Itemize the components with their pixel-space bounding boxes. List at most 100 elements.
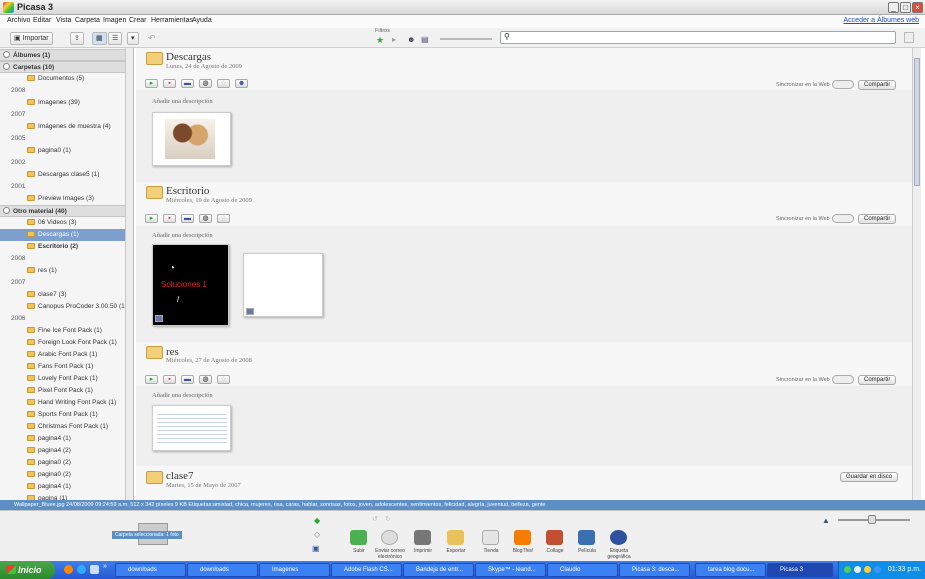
sidebar-folder-item[interactable]: Descargas clase5 (1) xyxy=(0,169,125,181)
zoom-slider-thumb[interactable] xyxy=(868,515,876,524)
taskbar-item[interactable]: Adobe Flash CS... xyxy=(331,563,402,577)
list-view-icon[interactable]: ☰ xyxy=(108,32,123,45)
sidebar-folder-item[interactable]: Fine Ice Font Pack (1) xyxy=(0,325,125,337)
rotate-left-icon[interactable]: ↺ xyxy=(372,515,378,523)
menu-vista[interactable]: Vista xyxy=(56,17,71,24)
sidebar-folder-item[interactable]: Christmas Font Pack (1) xyxy=(0,421,125,433)
skype-icon[interactable] xyxy=(874,566,881,573)
menu-imagen[interactable]: Imagen xyxy=(103,17,126,24)
firefox-icon[interactable] xyxy=(64,565,73,574)
upload-icon[interactable]: ⇪ xyxy=(70,32,84,45)
network-icon[interactable] xyxy=(844,566,851,573)
view-dropdown-icon[interactable]: ▾ xyxy=(127,32,139,45)
search-input[interactable]: ⚲ xyxy=(500,31,896,44)
album-title[interactable]: clase7 xyxy=(166,470,193,482)
share-button[interactable]: Compartir xyxy=(858,80,897,90)
scroll-thumb[interactable] xyxy=(914,58,920,186)
sidebar-folder-item[interactable]: Sports Font Pack (1) xyxy=(0,409,125,421)
menu-archivo[interactable]: Archivo xyxy=(7,17,30,24)
collage-icon[interactable] xyxy=(546,530,563,545)
sidebar-folder-item[interactable]: Canopus ProCoder 3.00.50 (1) xyxy=(0,301,125,313)
sidebar-folder-item[interactable]: Escritorio (2) xyxy=(0,241,125,253)
save-to-disk-button[interactable]: Guardar en disco xyxy=(840,472,899,482)
sidebar-folder-item[interactable]: pagina0 (2) xyxy=(0,469,125,481)
export-icon[interactable] xyxy=(447,530,464,545)
share-button[interactable]: Compartir xyxy=(858,375,897,385)
album-description[interactable]: Añadir una descripción xyxy=(152,392,213,399)
add-to-album-icon[interactable]: ▣ xyxy=(312,544,320,553)
sidebar-folder-item[interactable]: pagina4 (2) xyxy=(0,445,125,457)
video-filter-icon[interactable]: ▸ xyxy=(392,35,396,44)
email-icon[interactable] xyxy=(381,530,398,545)
web-albums-link[interactable]: Acceder a Álbumes web xyxy=(844,17,919,24)
share-button[interactable]: Compartir xyxy=(858,214,897,224)
volume-icon[interactable] xyxy=(854,566,861,573)
menu-crear[interactable]: Crear xyxy=(129,17,147,24)
main-scrollbar[interactable] xyxy=(912,48,921,500)
blogger-icon[interactable] xyxy=(514,530,531,545)
sidebar-folder-item[interactable]: Imágenes de muestra (4) xyxy=(0,121,125,133)
sidebar-folder-item[interactable]: Pixel Font Pack (1) xyxy=(0,385,125,397)
sidebar-folder-item[interactable]: Foreign Look Font Pack (1) xyxy=(0,337,125,349)
ie-icon[interactable] xyxy=(77,565,86,574)
people-icon[interactable]: ☻ xyxy=(235,79,248,88)
taskbar-item[interactable]: Picasa 3: desca... xyxy=(619,563,690,577)
album-title[interactable]: Escritorio xyxy=(166,185,209,197)
sidebar-section-header[interactable]: Carpetas (10) xyxy=(0,61,125,73)
hold-icon[interactable]: ◆ xyxy=(314,516,320,525)
sidebar-folder-item[interactable]: Preview Images (3) xyxy=(0,193,125,205)
geotag-filter-icon[interactable]: ▤ xyxy=(421,35,429,44)
sidebar-section-header[interactable]: Álbumes (1) xyxy=(0,49,125,61)
geotag-icon[interactable]: ◍ xyxy=(199,214,212,223)
play-slideshow-icon[interactable]: ▸ xyxy=(145,79,158,88)
collage-icon[interactable]: ▬ xyxy=(181,214,194,223)
movie-icon[interactable] xyxy=(578,530,595,545)
sidebar-folder-item[interactable]: Documentos (5) xyxy=(0,73,125,85)
sidebar-folder-item[interactable]: Imagenes (39) xyxy=(0,97,125,109)
geotag-icon[interactable] xyxy=(610,530,627,545)
sync-toggle[interactable] xyxy=(832,80,854,89)
back-icon[interactable]: ↶ xyxy=(148,33,156,44)
album-title[interactable]: Descargas xyxy=(166,51,211,63)
taskbar-item[interactable]: Imagenes xyxy=(259,563,330,577)
photo-thumbnail[interactable] xyxy=(152,112,231,166)
print-icon[interactable] xyxy=(414,530,431,545)
people-filter-icon[interactable]: ☻ xyxy=(407,35,415,44)
geotag-icon[interactable]: ◍ xyxy=(199,79,212,88)
menu-carpeta[interactable]: Carpeta xyxy=(75,17,100,24)
menu-ayuda[interactable]: Ayuda xyxy=(192,17,212,24)
desktop-icon[interactable] xyxy=(90,565,99,574)
thumbnail-view-icon[interactable]: ▦ xyxy=(92,32,107,45)
sidebar-folder-item[interactable]: pagina (1) xyxy=(0,493,125,500)
import-button[interactable]: ▣ Importar xyxy=(10,32,53,45)
collage-icon[interactable]: ▬ xyxy=(181,79,194,88)
shop-icon[interactable] xyxy=(482,530,499,545)
star-icon[interactable]: ☆ xyxy=(217,79,230,88)
geotag-icon[interactable]: ◍ xyxy=(199,375,212,384)
taskbar-item[interactable]: Claudio xyxy=(547,563,618,577)
sync-toggle[interactable] xyxy=(832,214,854,223)
minimize-icon[interactable]: _ xyxy=(888,2,899,13)
star-icon[interactable]: ☆ xyxy=(217,375,230,384)
play-slideshow-icon[interactable]: ▸ xyxy=(145,214,158,223)
panel-toggle-icon[interactable] xyxy=(904,32,914,43)
movie-icon[interactable]: ▪ xyxy=(163,79,176,88)
photo-thumbnail[interactable] xyxy=(152,405,231,451)
messenger-icon[interactable] xyxy=(864,566,871,573)
photo-thumbnail[interactable] xyxy=(243,253,323,317)
sidebar-scrollbar[interactable] xyxy=(126,48,134,500)
collage-icon[interactable]: ▬ xyxy=(181,375,194,384)
sidebar-folder-item[interactable]: Arabic Font Pack (1) xyxy=(0,349,125,361)
collapse-icon[interactable] xyxy=(3,51,10,58)
collapse-icon[interactable] xyxy=(3,207,10,214)
menu-herramientas[interactable]: Herramientas xyxy=(151,17,193,24)
photo-thumbnail[interactable]: ◔ Soluciones 1 / xyxy=(152,244,229,326)
sidebar-folder-item[interactable]: 06 Videos (3) xyxy=(0,217,125,229)
sidebar-section-header[interactable]: Otro material (40) xyxy=(0,205,125,217)
star-icon[interactable]: ☆ xyxy=(217,214,230,223)
taskbar-item[interactable]: tarea blog docu... xyxy=(695,563,766,577)
sidebar-folder-item[interactable]: Fans Font Pack (1) xyxy=(0,361,125,373)
sidebar-folder-item[interactable]: Descargas (1) xyxy=(0,229,125,241)
date-filter-slider[interactable] xyxy=(440,38,492,40)
quicklaunch-more-icon[interactable]: » xyxy=(103,563,107,570)
